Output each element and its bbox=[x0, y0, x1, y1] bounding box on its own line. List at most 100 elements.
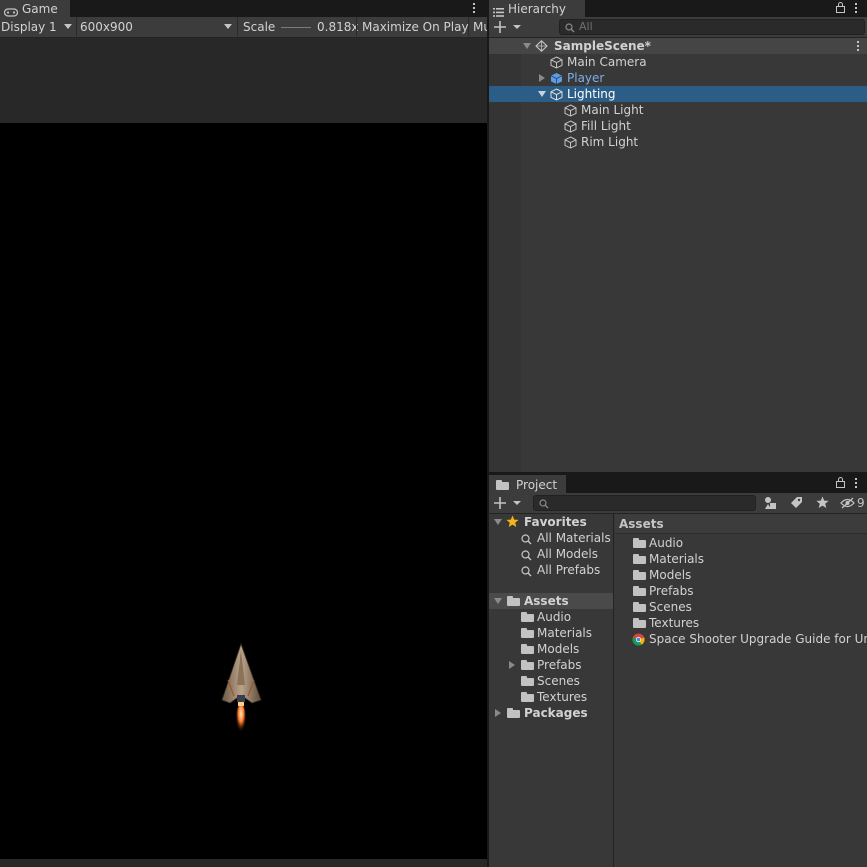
project-tab-bar: Project bbox=[489, 474, 867, 493]
favorites-item[interactable]: All Models bbox=[489, 546, 613, 562]
assets-tree-folder-label: Audio bbox=[537, 610, 572, 624]
assets-tree-folder[interactable]: Models bbox=[489, 641, 613, 657]
hierarchy-item-fill-light[interactable]: Fill Light bbox=[489, 118, 867, 134]
search-by-type-icon[interactable] bbox=[764, 496, 778, 513]
folder-icon bbox=[633, 586, 646, 596]
folder-icon bbox=[633, 618, 646, 628]
mute-audio-label: Mu bbox=[473, 20, 487, 34]
assets-root-label: Assets bbox=[524, 594, 569, 608]
create-button[interactable] bbox=[494, 20, 524, 34]
display-dropdown[interactable]: Display 1 bbox=[0, 17, 76, 37]
hierarchy-menu-icon[interactable] bbox=[855, 3, 858, 15]
assets-tree-folder[interactable]: Textures bbox=[489, 689, 613, 705]
folder-icon bbox=[521, 644, 534, 654]
create-button[interactable] bbox=[494, 496, 524, 510]
expand-arrow-icon[interactable] bbox=[494, 598, 502, 604]
spaceship-sprite bbox=[221, 642, 262, 736]
search-icon bbox=[565, 22, 575, 36]
search-icon bbox=[539, 498, 549, 512]
favorites-header[interactable]: Favorites bbox=[489, 514, 613, 530]
scene-row[interactable]: SampleScene* bbox=[489, 38, 867, 54]
content-folder[interactable]: Audio bbox=[615, 535, 867, 551]
assets-tree-folder[interactable]: Materials bbox=[489, 625, 613, 641]
tab-hierarchy[interactable]: Hierarchy bbox=[489, 0, 585, 17]
content-file-link[interactable]: Space Shooter Upgrade Guide for Unity bbox=[615, 631, 867, 647]
eye-hidden-icon[interactable] bbox=[840, 497, 855, 512]
content-folder[interactable]: Prefabs bbox=[615, 583, 867, 599]
content-file-label: Space Shooter Upgrade Guide for Unity bbox=[649, 632, 867, 646]
resolution-dropdown[interactable]: 600x900 bbox=[77, 17, 237, 37]
tab-project-label: Project bbox=[516, 477, 558, 492]
expand-arrow-icon[interactable] bbox=[509, 661, 515, 669]
assets-tree-folder-label: Textures bbox=[537, 690, 588, 704]
project-toolbar: 9 bbox=[489, 493, 867, 514]
content-folder[interactable]: Scenes bbox=[615, 599, 867, 615]
hierarchy-item-label: Main Light bbox=[581, 103, 644, 117]
expand-arrow-icon[interactable] bbox=[538, 91, 546, 97]
mute-audio-button[interactable]: Mu bbox=[469, 17, 487, 37]
favorites-item[interactable]: All Materials bbox=[489, 530, 613, 546]
hierarchy-item-label: Rim Light bbox=[581, 135, 639, 149]
tab-project[interactable]: Project bbox=[489, 475, 566, 493]
game-viewport[interactable] bbox=[0, 123, 487, 859]
favorites-label: Favorites bbox=[524, 515, 587, 529]
assets-tree-folder[interactable]: Prefabs bbox=[489, 657, 613, 673]
expand-arrow-icon[interactable] bbox=[495, 709, 501, 717]
gameobject-cube-icon bbox=[564, 136, 577, 153]
scale-label: Scale bbox=[243, 20, 276, 34]
project-search-input[interactable] bbox=[533, 495, 756, 511]
folder-icon bbox=[521, 628, 534, 638]
lock-icon[interactable] bbox=[836, 2, 845, 16]
hierarchy-tab-bar: Hierarchy bbox=[489, 0, 867, 17]
star-icon[interactable] bbox=[816, 496, 829, 512]
hierarchy-item-main-camera[interactable]: Main Camera bbox=[489, 54, 867, 70]
folder-icon bbox=[633, 602, 646, 612]
folder-icon bbox=[521, 612, 534, 622]
game-view-letterbox bbox=[0, 39, 487, 123]
game-view-bottom-letterbox bbox=[0, 859, 487, 867]
gamepad-icon bbox=[3, 5, 19, 17]
hierarchy-item-lighting[interactable]: Lighting bbox=[489, 86, 867, 102]
breadcrumb: Assets bbox=[615, 514, 867, 534]
open-folder-icon bbox=[507, 596, 520, 606]
folder-icon bbox=[521, 692, 534, 702]
hierarchy-item-main-light[interactable]: Main Light bbox=[489, 102, 867, 118]
scale-control[interactable]: Scale 0.818x bbox=[238, 17, 358, 37]
assets-tree-folder[interactable]: Scenes bbox=[489, 673, 613, 689]
favorites-item[interactable]: All Prefabs bbox=[489, 562, 613, 578]
hierarchy-item-player[interactable]: Player bbox=[489, 70, 867, 86]
assets-root[interactable]: Assets bbox=[489, 593, 613, 609]
hierarchy-item-label: Lighting bbox=[567, 87, 616, 101]
tab-game[interactable]: Game bbox=[0, 0, 70, 17]
packages-root[interactable]: Packages bbox=[489, 705, 613, 721]
breadcrumb-assets[interactable]: Assets bbox=[619, 516, 664, 532]
hierarchy-item-label: Player bbox=[567, 71, 605, 85]
content-folder-label: Materials bbox=[649, 552, 705, 566]
project-menu-icon[interactable] bbox=[855, 478, 858, 490]
game-menu-icon[interactable] bbox=[473, 3, 476, 15]
scene-menu-icon[interactable] bbox=[857, 41, 860, 53]
assets-tree-folder[interactable]: Audio bbox=[489, 609, 613, 625]
lock-icon[interactable] bbox=[836, 477, 845, 491]
assets-tree-folder-label: Prefabs bbox=[537, 658, 582, 672]
hierarchy-search-input[interactable]: All bbox=[559, 19, 865, 35]
content-folder[interactable]: Models bbox=[615, 567, 867, 583]
scale-slider[interactable] bbox=[281, 27, 311, 28]
chevron-down-icon bbox=[224, 24, 232, 29]
hierarchy-panel: Hierarchy All SampleScene* Main Camera P… bbox=[489, 0, 867, 472]
search-by-label-icon[interactable] bbox=[790, 496, 803, 512]
hierarchy-item-rim-light[interactable]: Rim Light bbox=[489, 134, 867, 150]
project-folder-tree: Favorites All Materials All Models All P… bbox=[489, 514, 614, 867]
hierarchy-toolbar: All bbox=[489, 17, 867, 38]
assets-tree-folder-label: Scenes bbox=[537, 674, 580, 688]
content-folder-label: Models bbox=[649, 568, 692, 582]
expand-arrow-icon[interactable] bbox=[539, 74, 545, 82]
folder-icon bbox=[633, 538, 646, 548]
expand-arrow-icon[interactable] bbox=[494, 519, 502, 525]
tab-game-label: Game bbox=[22, 1, 58, 16]
maximize-on-play-button[interactable]: Maximize On Play bbox=[357, 17, 469, 37]
resolution-dropdown-label: 600x900 bbox=[80, 20, 133, 34]
display-dropdown-label: Display 1 bbox=[1, 20, 57, 34]
content-folder[interactable]: Materials bbox=[615, 551, 867, 567]
content-folder[interactable]: Textures bbox=[615, 615, 867, 631]
